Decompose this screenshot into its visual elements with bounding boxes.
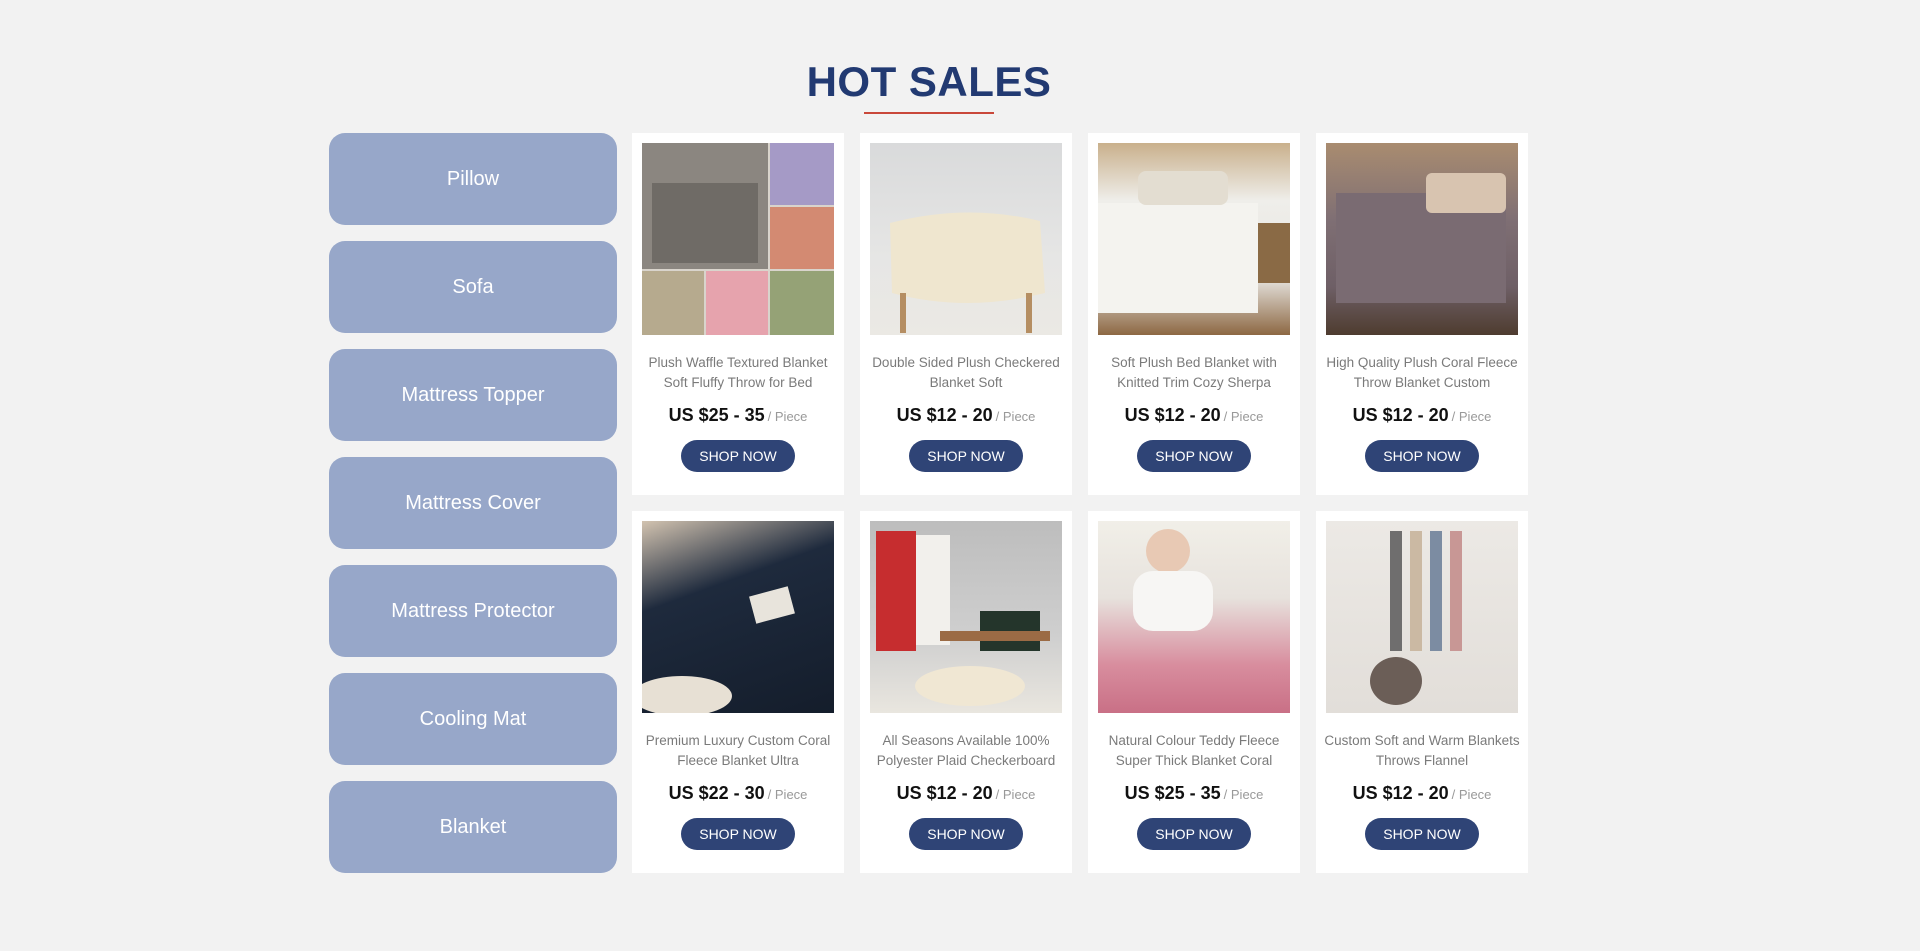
- product-price-row: US $12 - 20/ Piece: [897, 783, 1036, 804]
- product-price-row: US $12 - 20/ Piece: [1125, 405, 1264, 426]
- product-name[interactable]: Premium Luxury Custom Coral Fleece Blank…: [640, 731, 836, 771]
- shop-now-button[interactable]: SHOP NOW: [1137, 818, 1251, 850]
- product-card[interactable]: Plush Waffle Textured Blanket Soft Fluff…: [632, 133, 844, 495]
- product-price-row: US $12 - 20/ Piece: [1353, 783, 1492, 804]
- product-name[interactable]: Custom Soft and Warm Blankets Throws Fla…: [1324, 731, 1520, 771]
- product-price-row: US $12 - 20/ Piece: [897, 405, 1036, 426]
- product-card[interactable]: High Quality Plush Coral Fleece Throw Bl…: [1316, 133, 1528, 495]
- product-price-row: US $25 - 35/ Piece: [1125, 783, 1264, 804]
- product-card[interactable]: Custom Soft and Warm Blankets Throws Fla…: [1316, 511, 1528, 873]
- section-title: HOT SALES: [806, 58, 1052, 105]
- product-card[interactable]: Natural Colour Teddy Fleece Super Thick …: [1088, 511, 1300, 873]
- shop-now-button[interactable]: SHOP NOW: [1137, 440, 1251, 472]
- product-price: US $12 - 20: [1352, 405, 1449, 425]
- shop-now-button[interactable]: SHOP NOW: [909, 818, 1023, 850]
- product-unit: / Piece: [1451, 787, 1492, 802]
- product-price: US $22 - 30: [668, 783, 765, 803]
- product-image[interactable]: [642, 143, 834, 335]
- product-price-row: US $12 - 20/ Piece: [1353, 405, 1492, 426]
- product-unit: / Piece: [767, 409, 808, 424]
- category-pillow[interactable]: Pillow: [329, 133, 617, 225]
- shop-now-button[interactable]: SHOP NOW: [1365, 440, 1479, 472]
- product-unit: / Piece: [995, 787, 1036, 802]
- product-name[interactable]: Soft Plush Bed Blanket with Knitted Trim…: [1096, 353, 1292, 393]
- category-cooling-mat[interactable]: Cooling Mat: [329, 673, 617, 765]
- product-image[interactable]: [1098, 521, 1290, 713]
- product-grid: Plush Waffle Textured Blanket Soft Fluff…: [632, 133, 1528, 873]
- product-image[interactable]: [1326, 521, 1518, 713]
- category-mattress-topper[interactable]: Mattress Topper: [329, 349, 617, 441]
- product-name[interactable]: Double Sided Plush Checkered Blanket Sof…: [868, 353, 1064, 393]
- shop-now-button[interactable]: SHOP NOW: [909, 440, 1023, 472]
- category-mattress-cover[interactable]: Mattress Cover: [329, 457, 617, 549]
- product-image[interactable]: [642, 521, 834, 713]
- category-blanket[interactable]: Blanket: [329, 781, 617, 873]
- product-price: US $12 - 20: [1352, 783, 1449, 803]
- product-card[interactable]: All Seasons Available 100% Polyester Pla…: [860, 511, 1072, 873]
- shop-now-button[interactable]: SHOP NOW: [1365, 818, 1479, 850]
- product-price: US $12 - 20: [1124, 405, 1221, 425]
- category-sidebar: Pillow Sofa Mattress Topper Mattress Cov…: [329, 133, 617, 889]
- category-sofa[interactable]: Sofa: [329, 241, 617, 333]
- product-name[interactable]: High Quality Plush Coral Fleece Throw Bl…: [1324, 353, 1520, 393]
- shop-now-button[interactable]: SHOP NOW: [681, 440, 795, 472]
- product-unit: / Piece: [1451, 409, 1492, 424]
- product-price: US $25 - 35: [668, 405, 765, 425]
- product-unit: / Piece: [767, 787, 808, 802]
- product-unit: / Piece: [1223, 409, 1264, 424]
- product-price-row: US $22 - 30/ Piece: [669, 783, 808, 804]
- category-mattress-protector[interactable]: Mattress Protector: [329, 565, 617, 657]
- product-card[interactable]: Soft Plush Bed Blanket with Knitted Trim…: [1088, 133, 1300, 495]
- product-card[interactable]: Premium Luxury Custom Coral Fleece Blank…: [632, 511, 844, 873]
- product-image[interactable]: [1098, 143, 1290, 335]
- shop-now-button[interactable]: SHOP NOW: [681, 818, 795, 850]
- product-name[interactable]: All Seasons Available 100% Polyester Pla…: [868, 731, 1064, 771]
- product-price: US $12 - 20: [896, 783, 993, 803]
- section-header: HOT SALES: [0, 58, 1858, 114]
- product-price: US $12 - 20: [896, 405, 993, 425]
- product-name[interactable]: Plush Waffle Textured Blanket Soft Fluff…: [640, 353, 836, 393]
- title-underline: [864, 112, 994, 114]
- product-unit: / Piece: [995, 409, 1036, 424]
- product-price-row: US $25 - 35/ Piece: [669, 405, 808, 426]
- product-image[interactable]: [870, 521, 1062, 713]
- product-card[interactable]: Double Sided Plush Checkered Blanket Sof…: [860, 133, 1072, 495]
- product-name[interactable]: Natural Colour Teddy Fleece Super Thick …: [1096, 731, 1292, 771]
- product-image[interactable]: [870, 143, 1062, 335]
- product-unit: / Piece: [1223, 787, 1264, 802]
- product-price: US $25 - 35: [1124, 783, 1221, 803]
- product-image[interactable]: [1326, 143, 1518, 335]
